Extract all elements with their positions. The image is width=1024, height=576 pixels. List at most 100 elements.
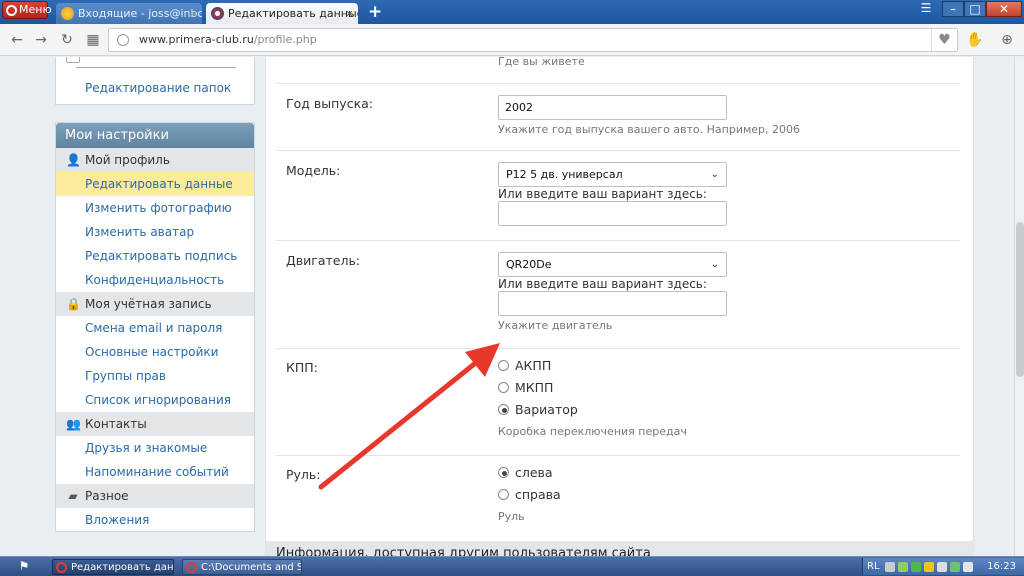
opera-menu-button[interactable]: Меню (2, 1, 52, 19)
volume-icon[interactable] (937, 562, 947, 572)
model-selected-value: P12 5 дв. универсал (506, 168, 623, 181)
security-icon[interactable] (117, 34, 129, 46)
task-label: Редактировать данн... (71, 562, 174, 573)
opera-logo-icon (6, 5, 17, 16)
close-window-button[interactable]: ✕ (986, 1, 1022, 17)
model-select[interactable]: P12 5 дв. универсал ⌄ (498, 162, 727, 187)
model-label: Модель: (286, 163, 341, 178)
system-tray: RL 16:23 (862, 558, 1024, 575)
sidebar-item-main-settings[interactable]: Основные настройки (56, 340, 254, 364)
public-info-section-title: Информация, доступная другим пользовател… (266, 541, 975, 556)
radio-label: АКПП (515, 358, 552, 373)
radio-label: справа (515, 487, 561, 502)
sidebar-item-change-email[interactable]: Смена email и пароля (56, 316, 254, 340)
maximize-button[interactable]: □ (964, 1, 986, 17)
steering-hint: Руль (498, 510, 525, 523)
sidebar-item-edit-folders[interactable]: Редактирование папок (56, 76, 231, 100)
radio-icon[interactable] (498, 360, 509, 371)
sidebar-group-profile: 👤 Мой профиль (56, 148, 254, 172)
tab-close-icon[interactable]: × (345, 3, 354, 24)
sidebar-group-account: 🔒 Моя учётная запись (56, 292, 254, 316)
radio-label: Вариатор (515, 402, 578, 417)
radio-icon[interactable] (498, 382, 509, 393)
network-icon[interactable] (898, 562, 908, 572)
steering-option-left[interactable]: слева (498, 462, 561, 484)
radio-checked-icon[interactable] (498, 404, 509, 415)
new-tab-button[interactable]: + (368, 2, 382, 22)
windows-taskbar: ⚑ Редактировать данн... C:\Documents and… (0, 556, 1024, 576)
engine-alt-input[interactable] (498, 291, 727, 316)
user-icon: 👤 (66, 153, 81, 167)
language-indicator[interactable]: RL (867, 558, 880, 575)
sidebar-item-event-reminders[interactable]: Напоминание событий (56, 460, 254, 484)
tab-inbox[interactable]: Входящие - joss@inbox.ru - × (56, 3, 202, 24)
radio-icon[interactable] (498, 489, 509, 500)
settings-sidebar: Мои настройки 👤 Мой профиль Редактироват… (55, 122, 255, 532)
address-toolbar: ← → ↻ ▦ www.primera-club.ru/profile.php … (0, 24, 1024, 56)
sidebar-item-friends[interactable]: Друзья и знакомые (56, 436, 254, 460)
engine-select[interactable]: QR20De ⌄ (498, 252, 727, 277)
tab-edit-profile[interactable]: Редактировать данные - Р × (206, 3, 358, 24)
gearbox-option-auto[interactable]: АКПП (498, 355, 687, 377)
opera-logo-icon (56, 562, 67, 573)
tray-icons (885, 561, 976, 576)
model-alt-label: Или введите ваш вариант здесь: (498, 187, 707, 201)
sidebar-group-misc: ▰ Разное (56, 484, 254, 508)
tab-close-icon[interactable]: × (189, 3, 198, 24)
folder-icon (66, 57, 80, 63)
speaker-icon[interactable] (963, 562, 973, 572)
page-scrollbar[interactable] (1014, 57, 1024, 556)
steering-option-right[interactable]: справа (498, 484, 561, 506)
engine-selected-value: QR20De (506, 258, 552, 271)
sidebar-item-change-avatar[interactable]: Изменить аватар (56, 220, 254, 244)
form-row-residence: Где вы живете (276, 57, 960, 84)
download-icon[interactable]: ⊕ (998, 31, 1016, 49)
url-path: /profile.php (253, 33, 317, 46)
taskbar-item-explorer[interactable]: C:\Documents and Set... (182, 559, 302, 575)
bookmark-heart-icon[interactable]: ♥ (931, 29, 957, 51)
taskbar-item-browser[interactable]: Редактировать данн... (52, 559, 174, 575)
gearbox-option-manual[interactable]: МКПП (498, 377, 687, 399)
stash-icon[interactable]: ✋ (966, 31, 984, 49)
speed-dial-icon[interactable]: ▦ (84, 31, 102, 49)
year-label: Год выпуска: (286, 96, 373, 111)
engine-alt-label: Или введите ваш вариант здесь: (498, 277, 707, 291)
mail-favicon-icon (61, 7, 74, 20)
antivirus-icon[interactable] (911, 562, 921, 572)
gearbox-option-cvt[interactable]: Вариатор (498, 399, 687, 421)
group-label: Моя учётная запись (85, 297, 212, 311)
tab-label: Редактировать данные - Р (228, 7, 358, 20)
year-hint: Укажите год выпуска вашего авто. Наприме… (498, 123, 801, 136)
sidebar-item-edit-signature[interactable]: Редактировать подпись (56, 244, 254, 268)
reload-icon[interactable]: ↻ (58, 31, 76, 49)
minimize-button[interactable]: – (942, 1, 964, 17)
group-label: Мой профиль (85, 153, 170, 167)
model-alt-input[interactable] (498, 201, 727, 226)
sidebar-group-contacts: 👥 Контакты (56, 412, 254, 436)
tab-menu-icon[interactable]: ☰ (916, 1, 936, 17)
residence-hint: Где вы живете (498, 57, 585, 68)
radio-checked-icon[interactable] (498, 467, 509, 478)
scrollbar-thumb[interactable] (1016, 222, 1024, 377)
radio-label: слева (515, 465, 553, 480)
lock-icon: 🔒 (66, 297, 81, 311)
start-button[interactable]: ⚑ (4, 559, 44, 575)
shield-icon[interactable] (924, 562, 934, 572)
steering-label: Руль: (286, 467, 321, 482)
monitor-icon[interactable] (885, 562, 895, 572)
sidebar-item-privacy[interactable]: Конфиденциальность (56, 268, 254, 292)
forward-icon[interactable]: → (32, 31, 50, 49)
sidebar-item-attachments[interactable]: Вложения (56, 508, 254, 532)
year-input[interactable]: 2002 (498, 95, 727, 120)
sidebar-item-permission-groups[interactable]: Группы прав (56, 364, 254, 388)
sidebar-item-ignore-list[interactable]: Список игнорирования (56, 388, 254, 412)
sidebar-item-change-photo[interactable]: Изменить фотографию (56, 196, 254, 220)
back-icon[interactable]: ← (8, 31, 26, 49)
sidebar-item-edit-data[interactable]: Редактировать данные (56, 172, 254, 196)
page-viewport: Редактирование папок Мои настройки 👤 Мой… (0, 57, 1014, 556)
update-icon[interactable] (950, 562, 960, 572)
radio-label: МКПП (515, 380, 554, 395)
opera-logo-icon (186, 562, 197, 573)
url-input[interactable]: www.primera-club.ru/profile.php ♥ (108, 28, 958, 52)
form-row-engine: Двигатель: QR20De ⌄ Или введите ваш вари… (276, 241, 960, 349)
